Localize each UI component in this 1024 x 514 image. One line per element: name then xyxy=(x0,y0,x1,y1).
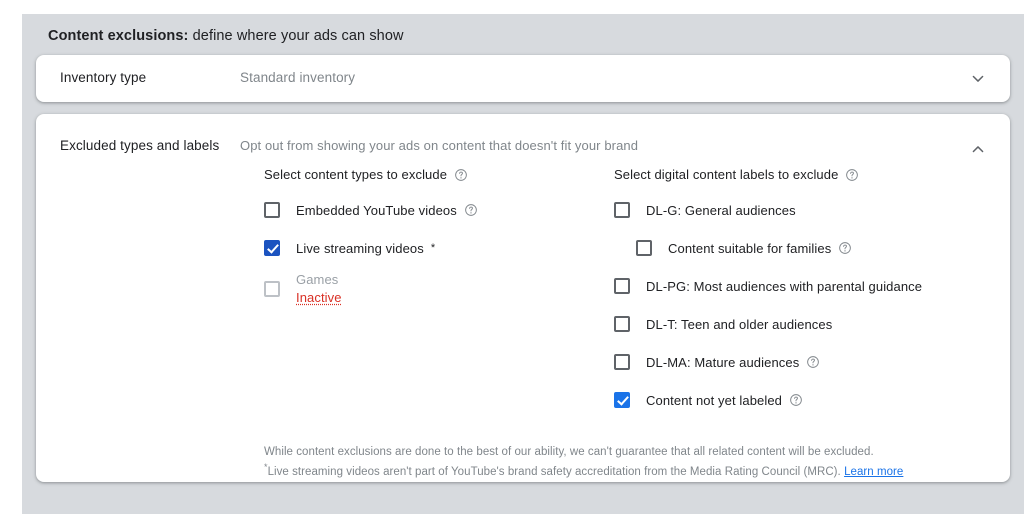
checkbox-wrap-dl-pg xyxy=(614,278,630,294)
content-types-title-text: Select content types to exclude xyxy=(264,167,448,182)
checkbox-row-dl-ma[interactable]: DL-MA: Mature audiences xyxy=(614,343,1010,381)
checkbox-row-games: Games Inactive xyxy=(264,267,590,311)
content-types-column-title: Select content types to exclude xyxy=(264,167,590,182)
help-icon[interactable] xyxy=(789,393,803,407)
help-icon[interactable] xyxy=(454,168,468,182)
help-icon[interactable] xyxy=(464,203,478,217)
content-exclusions-panel: Content exclusions: define where your ad… xyxy=(22,14,1024,514)
checkbox-embedded-youtube-videos[interactable] xyxy=(264,202,280,218)
checkbox-games xyxy=(264,281,280,297)
checkbox-label-text-content-not-yet-labeled: Content not yet labeled xyxy=(646,392,783,408)
content-types-column: Select content types to exclude Embedded… xyxy=(240,167,590,419)
checkbox-row-live-streaming-videos[interactable]: Live streaming videos * xyxy=(254,229,590,267)
page-title-rest: define where your ads can show xyxy=(188,28,404,44)
learn-more-link[interactable]: Learn more xyxy=(844,466,903,478)
checkbox-wrap-dl-g xyxy=(614,202,630,218)
content-labels-title-text: Select digital content labels to exclude xyxy=(614,167,839,182)
checkbox-wrap-content-suitable-for-families xyxy=(636,240,652,256)
footnote-line-1: While content exclusions are done to the… xyxy=(264,446,874,458)
checkbox-label-text-dl-pg: DL-PG: Most audiences with parental guid… xyxy=(646,278,923,294)
checkbox-label-text-content-suitable-for-families: Content suitable for families xyxy=(668,240,832,256)
excluded-types-card: Excluded types and labels Opt out from s… xyxy=(36,114,1010,482)
checkbox-wrap-live-streaming-videos xyxy=(254,230,290,266)
inventory-type-label: Inventory type xyxy=(60,70,147,85)
checkbox-label-text-games: Games xyxy=(296,272,339,288)
checkbox-row-dl-t[interactable]: DL-T: Teen and older audiences xyxy=(614,305,1010,343)
chevron-down-icon[interactable] xyxy=(964,65,992,93)
checkbox-label-dl-t[interactable]: DL-T: Teen and older audiences xyxy=(646,317,832,332)
excluded-types-label: Excluded types and labels xyxy=(60,138,220,153)
excluded-types-description: Opt out from showing your ads on content… xyxy=(240,138,639,153)
inventory-type-row: Inventory type Standard inventory xyxy=(36,55,1010,85)
help-icon[interactable] xyxy=(845,168,859,182)
checkbox-label-embedded-youtube-videos[interactable]: Embedded YouTube videos xyxy=(296,203,478,218)
checkbox-label-games: Games Inactive xyxy=(296,271,342,306)
checkbox-wrap-content-not-yet-labeled xyxy=(614,392,630,408)
checkbox-label-text-dl-g: DL-G: General audiences xyxy=(646,202,796,218)
status-badge-games-inactive: Inactive xyxy=(296,290,342,305)
checkbox-wrap-dl-ma xyxy=(614,354,630,370)
checkbox-dl-g[interactable] xyxy=(614,202,630,218)
help-icon[interactable] xyxy=(806,355,820,369)
checkbox-label-dl-pg[interactable]: DL-PG: Most audiences with parental guid… xyxy=(646,279,922,294)
footnote-line-2: *Live streaming videos aren't part of Yo… xyxy=(264,462,1010,483)
checkbox-row-content-not-yet-labeled[interactable]: Content not yet labeled xyxy=(614,381,1010,419)
inventory-type-value: Standard inventory xyxy=(240,70,356,85)
checkbox-label-text-live-streaming-videos: Live streaming videos xyxy=(296,240,424,256)
checkbox-row-dl-pg[interactable]: DL-PG: Most audiences with parental guid… xyxy=(614,267,1010,305)
checkbox-label-dl-g[interactable]: DL-G: General audiences xyxy=(646,203,796,218)
checkbox-dl-t[interactable] xyxy=(614,316,630,332)
inventory-type-card[interactable]: Inventory type Standard inventory xyxy=(36,55,1010,102)
chevron-up-icon[interactable] xyxy=(964,135,992,163)
footnote-line-2-text: Live streaming videos aren't part of You… xyxy=(267,465,845,478)
page-title: Content exclusions: define where your ad… xyxy=(36,14,1010,55)
excluded-types-desc-col: Opt out from showing your ads on content… xyxy=(240,114,1010,153)
checkbox-label-content-suitable-for-families[interactable]: Content suitable for families xyxy=(668,241,852,256)
checkbox-label-text-dl-ma: DL-MA: Mature audiences xyxy=(646,354,800,370)
checkbox-wrap-dl-t xyxy=(614,316,630,332)
checkbox-label-content-not-yet-labeled[interactable]: Content not yet labeled xyxy=(646,393,803,408)
checkbox-label-live-streaming-videos[interactable]: Live streaming videos * xyxy=(296,241,435,256)
exclusion-columns: Select content types to exclude Embedded… xyxy=(36,167,1010,419)
content-labels-column: Select digital content labels to exclude xyxy=(590,167,1010,419)
checkbox-label-dl-ma[interactable]: DL-MA: Mature audiences xyxy=(646,355,820,370)
checkbox-label-text-embedded-youtube-videos: Embedded YouTube videos xyxy=(296,202,457,218)
page-root: Content exclusions: define where your ad… xyxy=(0,0,1024,514)
checkbox-row-content-suitable-for-families[interactable]: Content suitable for families xyxy=(614,229,1010,267)
checkbox-content-not-yet-labeled[interactable] xyxy=(614,392,630,408)
checkbox-dl-pg[interactable] xyxy=(614,278,630,294)
inventory-type-value-col: Standard inventory xyxy=(240,55,1010,85)
checkbox-wrap-embedded-youtube-videos xyxy=(264,202,280,218)
checkbox-label-text-dl-t: DL-T: Teen and older audiences xyxy=(646,316,833,332)
exclusions-footnote: While content exclusions are done to the… xyxy=(36,443,1010,483)
help-icon[interactable] xyxy=(838,241,852,255)
content-labels-column-title: Select digital content labels to exclude xyxy=(614,167,1010,182)
page-title-bold: Content exclusions: xyxy=(48,28,189,44)
checkbox-live-streaming-videos[interactable] xyxy=(264,240,280,256)
checkbox-row-dl-g[interactable]: DL-G: General audiences xyxy=(614,191,1010,229)
checkbox-row-embedded-youtube-videos[interactable]: Embedded YouTube videos xyxy=(264,191,590,229)
checkbox-dl-ma[interactable] xyxy=(614,354,630,370)
checkbox-content-suitable-for-families[interactable] xyxy=(636,240,652,256)
checkbox-wrap-games xyxy=(264,281,280,297)
excluded-types-row: Excluded types and labels Opt out from s… xyxy=(36,114,1010,153)
